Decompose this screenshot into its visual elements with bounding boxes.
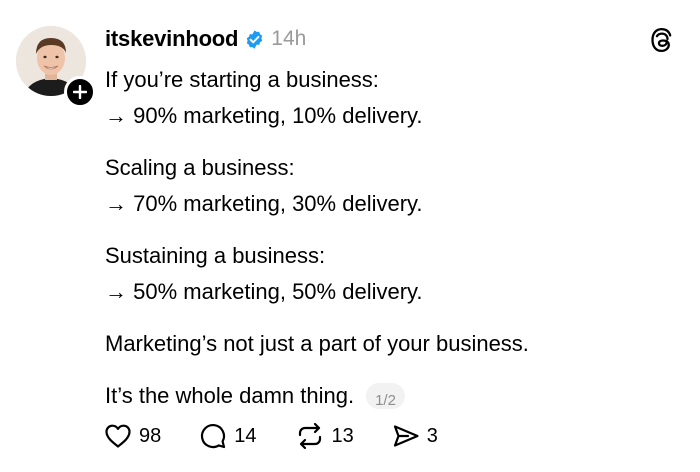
like-button[interactable]: 98 <box>104 423 161 449</box>
comment-icon <box>201 423 226 449</box>
text-line: Marketing’s not just a part of your busi… <box>105 331 529 356</box>
repost-count: 13 <box>331 424 354 447</box>
action-bar: 98 14 13 3 <box>104 422 476 450</box>
repost-icon <box>298 422 321 450</box>
paragraph: If you’re starting a business: → 90% mar… <box>105 62 685 134</box>
threads-post: itskevinhood 14h If you’re starting a bu… <box>0 0 700 472</box>
avatar-wrap <box>16 26 96 108</box>
text-line: → 50% marketing, 50% delivery. <box>105 279 423 304</box>
paragraph-last: It’s the whole damn thing. 1/2 <box>105 378 685 414</box>
paragraph: Scaling a business: → 70% marketing, 30%… <box>105 150 685 222</box>
username[interactable]: itskevinhood <box>105 26 238 52</box>
like-count: 98 <box>139 424 162 447</box>
text-line: → 90% marketing, 10% delivery. <box>105 103 423 128</box>
post-time: 14h <box>271 27 307 50</box>
text-line: If you’re starting a business: <box>105 67 379 92</box>
share-count: 3 <box>426 424 438 447</box>
text-line: Sustaining a business: <box>105 243 326 268</box>
follow-button[interactable] <box>64 76 96 108</box>
share-button[interactable]: 3 <box>392 423 438 449</box>
comment-count: 14 <box>234 424 257 447</box>
post-header: itskevinhood 14h <box>105 26 306 52</box>
page-indicator[interactable]: 1/2 <box>366 383 405 409</box>
repost-button[interactable]: 13 <box>295 422 354 450</box>
paragraph: Marketing’s not just a part of your busi… <box>105 326 685 362</box>
heart-icon <box>105 424 131 448</box>
text-line: Scaling a business: <box>105 155 295 180</box>
post-content: If you’re starting a business: → 90% mar… <box>105 62 685 430</box>
text-line: → 70% marketing, 30% delivery. <box>105 191 423 216</box>
comment-button[interactable]: 14 <box>199 422 257 450</box>
plus-icon <box>73 85 87 99</box>
paragraph: Sustaining a business: → 50% marketing, … <box>105 238 685 310</box>
share-icon <box>393 425 419 447</box>
threads-logo-icon[interactable] <box>648 26 676 54</box>
verified-badge-icon <box>247 29 263 49</box>
text-line: It’s the whole damn thing. <box>105 383 355 408</box>
